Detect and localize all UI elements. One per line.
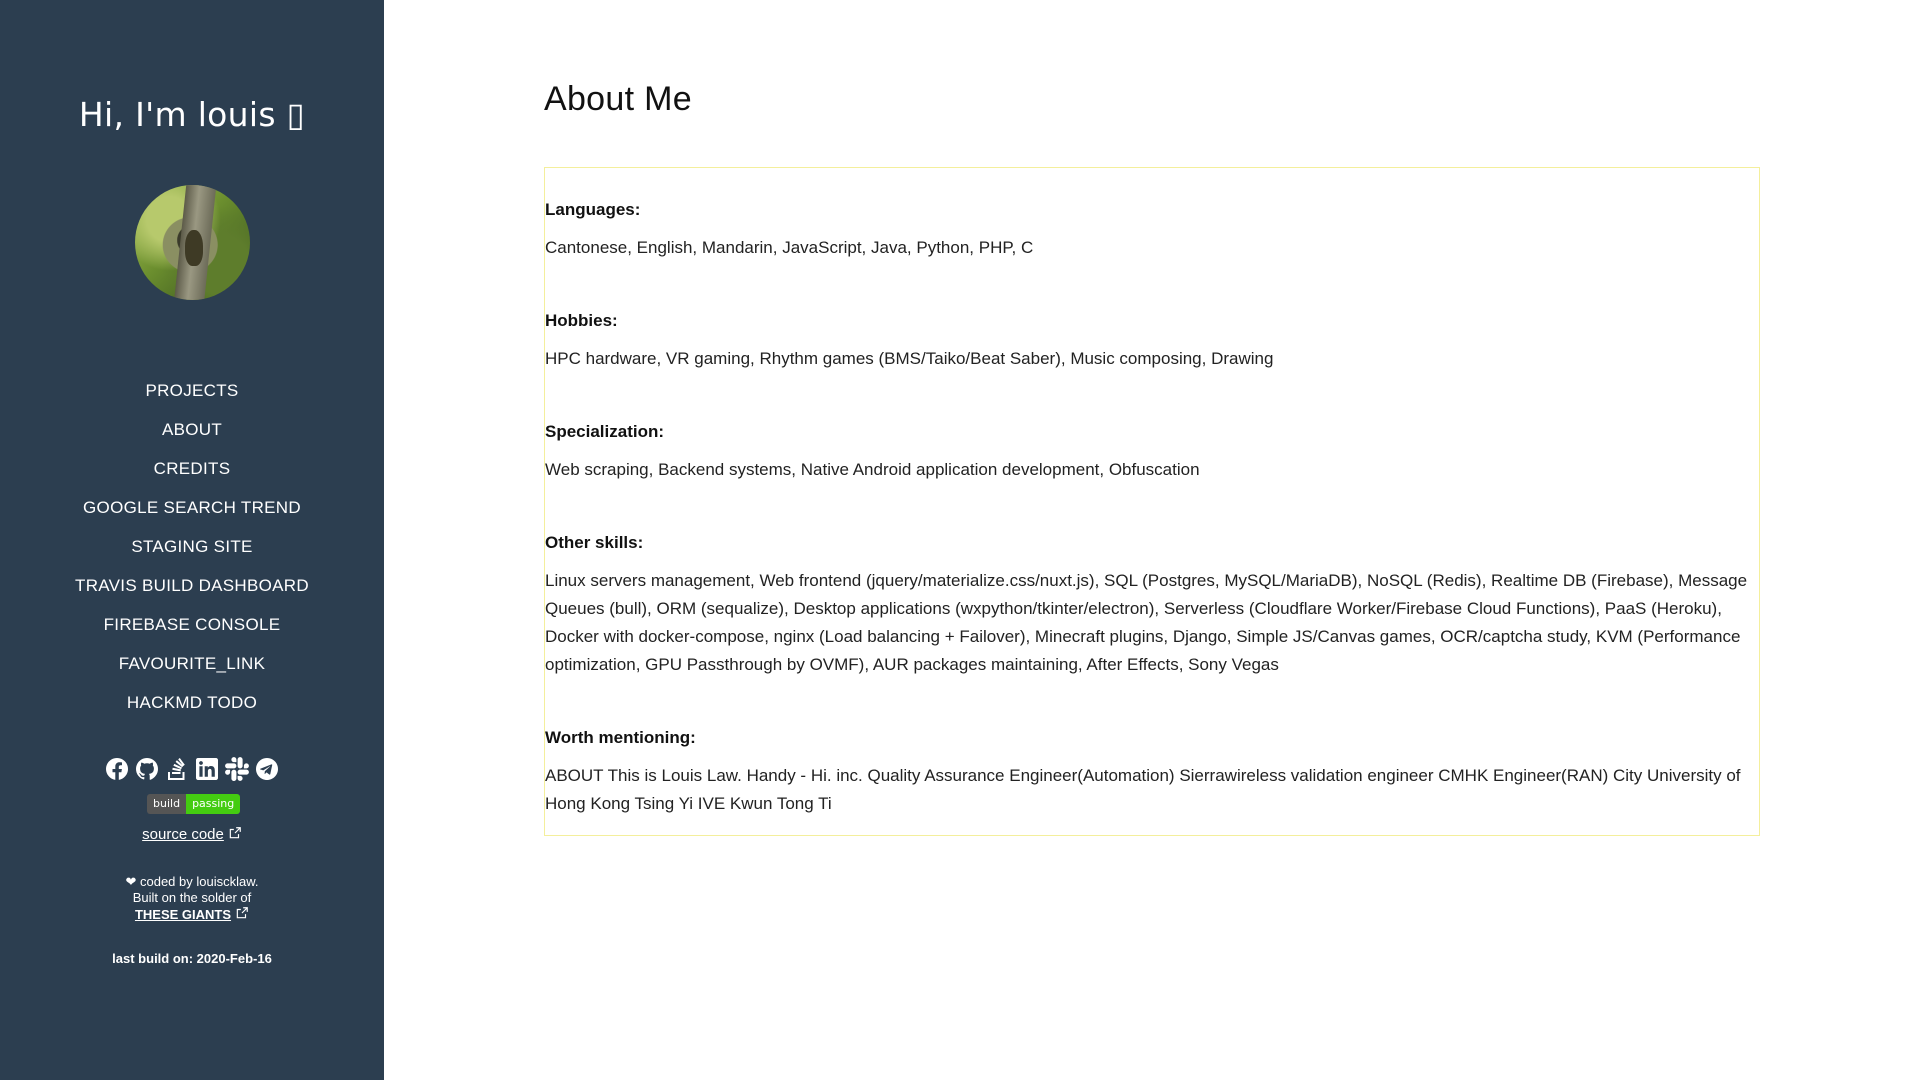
section-text: Web scraping, Backend systems, Native An… bbox=[545, 460, 1200, 479]
section-heading: Other skills: bbox=[545, 533, 644, 552]
avatar bbox=[135, 185, 250, 300]
badge-label: build bbox=[147, 794, 187, 814]
nav-item-credits[interactable]: CREDITS bbox=[0, 456, 384, 495]
section-heading: Languages: bbox=[545, 200, 641, 219]
nav-item-about[interactable]: ABOUT bbox=[0, 417, 384, 456]
section-heading: Hobbies: bbox=[545, 311, 618, 330]
social-links bbox=[0, 757, 384, 781]
section-specialization: Specialization: Web scraping, Backend sy… bbox=[545, 422, 1759, 484]
linkedin-icon[interactable] bbox=[195, 757, 219, 781]
facebook-icon[interactable] bbox=[105, 757, 129, 781]
section-text: ABOUT This is Louis Law. Handy - Hi. inc… bbox=[545, 766, 1741, 813]
nav-item-favourite-link[interactable]: FAVOURITE_LINK bbox=[0, 651, 384, 690]
nav-item-projects[interactable]: PROJECTS bbox=[0, 378, 384, 417]
badge-status: passing bbox=[186, 794, 241, 814]
greeting-title: Hi, I'm louis ▯ bbox=[78, 95, 306, 134]
last-build-link[interactable]: last build on: 2020-Feb-16 bbox=[112, 951, 272, 966]
nav-item-hackmd-todo[interactable]: HACKMD TODO bbox=[0, 690, 384, 729]
sidebar-nav: PROJECTS ABOUT CREDITS GOOGLE SEARCH TRE… bbox=[0, 378, 384, 729]
section-languages: Languages: Cantonese, English, Mandarin,… bbox=[545, 200, 1759, 262]
avatar-insect bbox=[185, 230, 203, 266]
slack-icon[interactable] bbox=[225, 757, 249, 781]
build-status-badge[interactable]: build passing bbox=[147, 794, 241, 814]
github-icon[interactable] bbox=[135, 757, 159, 781]
nav-item-google-search-trend[interactable]: GOOGLE SEARCH TREND bbox=[0, 495, 384, 534]
section-heading: Worth mentioning: bbox=[545, 728, 696, 747]
section-worth-mentioning: Worth mentioning: ABOUT This is Louis La… bbox=[545, 728, 1759, 818]
source-code-link[interactable]: source code bbox=[142, 826, 224, 843]
external-link-icon bbox=[228, 826, 242, 840]
section-text: Cantonese, English, Mandarin, JavaScript… bbox=[545, 238, 1034, 257]
section-heading: Specialization: bbox=[545, 422, 665, 441]
nav-item-staging-site[interactable]: STAGING SITE bbox=[0, 534, 384, 573]
section-other-skills: Other skills: Linux servers management, … bbox=[545, 533, 1759, 679]
nav-item-travis-build-dashboard[interactable]: TRAVIS BUILD DASHBOARD bbox=[0, 573, 384, 612]
last-build-date: last build on: 2020-Feb-16 bbox=[0, 951, 384, 966]
page-title: About Me bbox=[544, 80, 692, 118]
about-panel: Languages: Cantonese, English, Mandarin,… bbox=[544, 167, 1760, 836]
these-giants-link[interactable]: THESE GIANTS bbox=[135, 907, 231, 922]
source-code-line: source code bbox=[0, 826, 384, 843]
footer-built-on: Built on the solder of bbox=[132, 890, 252, 905]
section-hobbies: Hobbies: HPC hardware, VR gaming, Rhythm… bbox=[545, 311, 1759, 373]
section-text: HPC hardware, VR gaming, Rhythm games (B… bbox=[545, 349, 1274, 368]
stackoverflow-icon[interactable] bbox=[165, 757, 189, 781]
nav-item-firebase-console[interactable]: FIREBASE CONSOLE bbox=[0, 612, 384, 651]
footer-coded-by: ❤ coded by louiscklaw. bbox=[125, 874, 259, 889]
section-text: Linux servers management, Web frontend (… bbox=[545, 571, 1748, 674]
sidebar: Hi, I'm louis ▯ PROJECTS ABOUT CREDITS G… bbox=[0, 0, 384, 1080]
footer-credits: ❤ coded by louiscklaw. Built on the sold… bbox=[0, 874, 384, 923]
telegram-icon[interactable] bbox=[255, 757, 279, 781]
external-link-icon bbox=[235, 906, 249, 920]
